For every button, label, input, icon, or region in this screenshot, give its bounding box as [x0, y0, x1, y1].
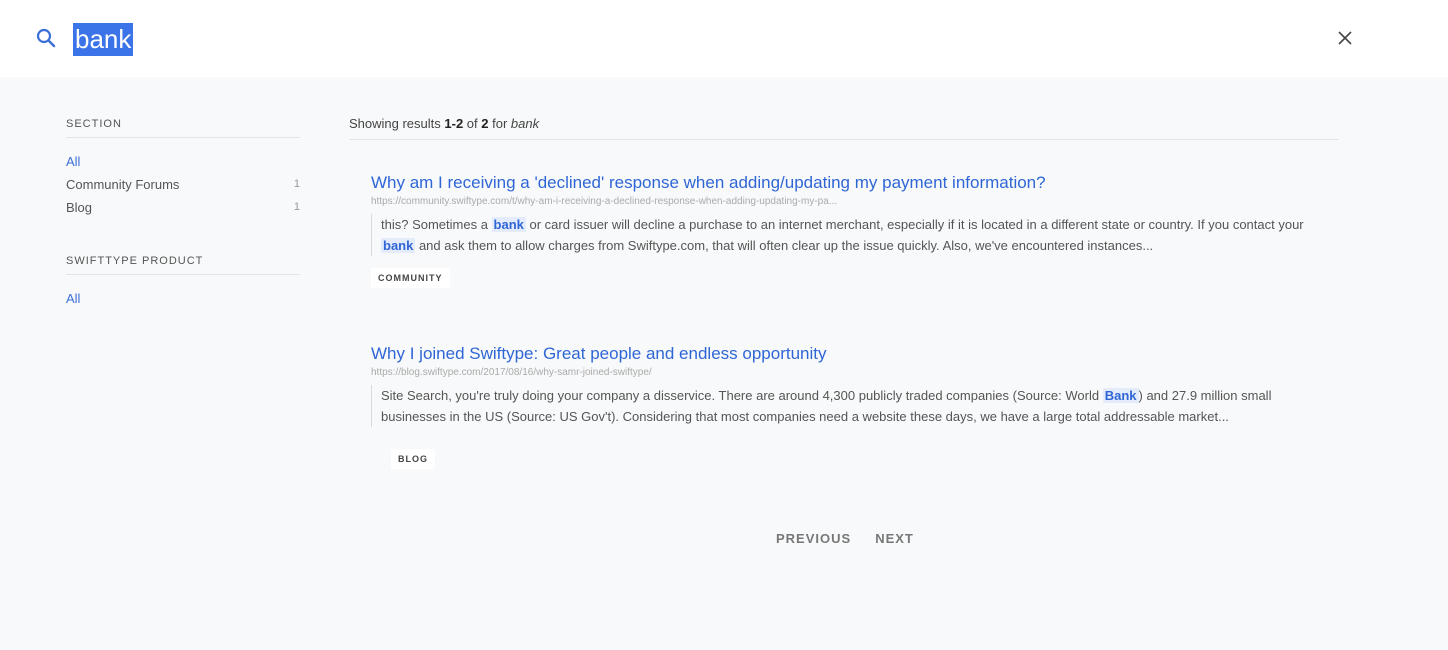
- section-filter-list: All Community Forums 1 Blog 1: [66, 150, 300, 219]
- close-icon[interactable]: [1337, 30, 1353, 46]
- result-title-link[interactable]: Why I joined Swiftype: Great people and …: [371, 343, 827, 365]
- next-button[interactable]: NEXT: [875, 531, 914, 546]
- result-snippet: Site Search, you're truly doing your com…: [371, 385, 1331, 427]
- result-snippet: this? Sometimes a bank or card issuer wi…: [371, 214, 1331, 256]
- product-heading: SWIFTTYPE PRODUCT: [66, 255, 300, 275]
- previous-button[interactable]: PREVIOUS: [776, 531, 851, 546]
- pagination: PREVIOUS NEXT: [776, 531, 914, 546]
- search-result: Why I joined Swiftype: Great people and …: [371, 343, 1331, 469]
- result-tag: COMMUNITY: [371, 268, 450, 288]
- search-input[interactable]: bank: [73, 23, 134, 56]
- product-filter-all[interactable]: All: [66, 287, 300, 310]
- filter-sidebar: SECTION All Community Forums 1 Blog 1 SW…: [66, 118, 300, 310]
- filter-count: 1: [293, 178, 300, 190]
- search-result: Why am I receiving a 'declined' response…: [371, 172, 1331, 288]
- results-summary: Showing results 1-2 of 2 for bank: [349, 116, 1339, 140]
- result-title-link[interactable]: Why am I receiving a 'declined' response…: [371, 172, 1046, 194]
- result-tag: BLOG: [391, 449, 435, 469]
- section-filter-all[interactable]: All: [66, 150, 300, 173]
- highlight: bank: [381, 238, 416, 253]
- result-url: https://blog.swiftype.com/2017/08/16/why…: [371, 367, 652, 378]
- section-filter-community-forums[interactable]: Community Forums 1: [66, 173, 300, 196]
- highlight: Bank: [1102, 388, 1139, 403]
- section-filter-blog[interactable]: Blog 1: [66, 196, 300, 219]
- filter-count: 1: [293, 201, 300, 213]
- search-bar: bank: [0, 0, 1448, 77]
- highlight: bank: [491, 217, 526, 232]
- search-icon[interactable]: [36, 28, 56, 48]
- section-heading: SECTION: [66, 118, 300, 138]
- product-filter-list: All: [66, 287, 300, 310]
- result-url: https://community.swiftype.com/t/why-am-…: [371, 196, 838, 207]
